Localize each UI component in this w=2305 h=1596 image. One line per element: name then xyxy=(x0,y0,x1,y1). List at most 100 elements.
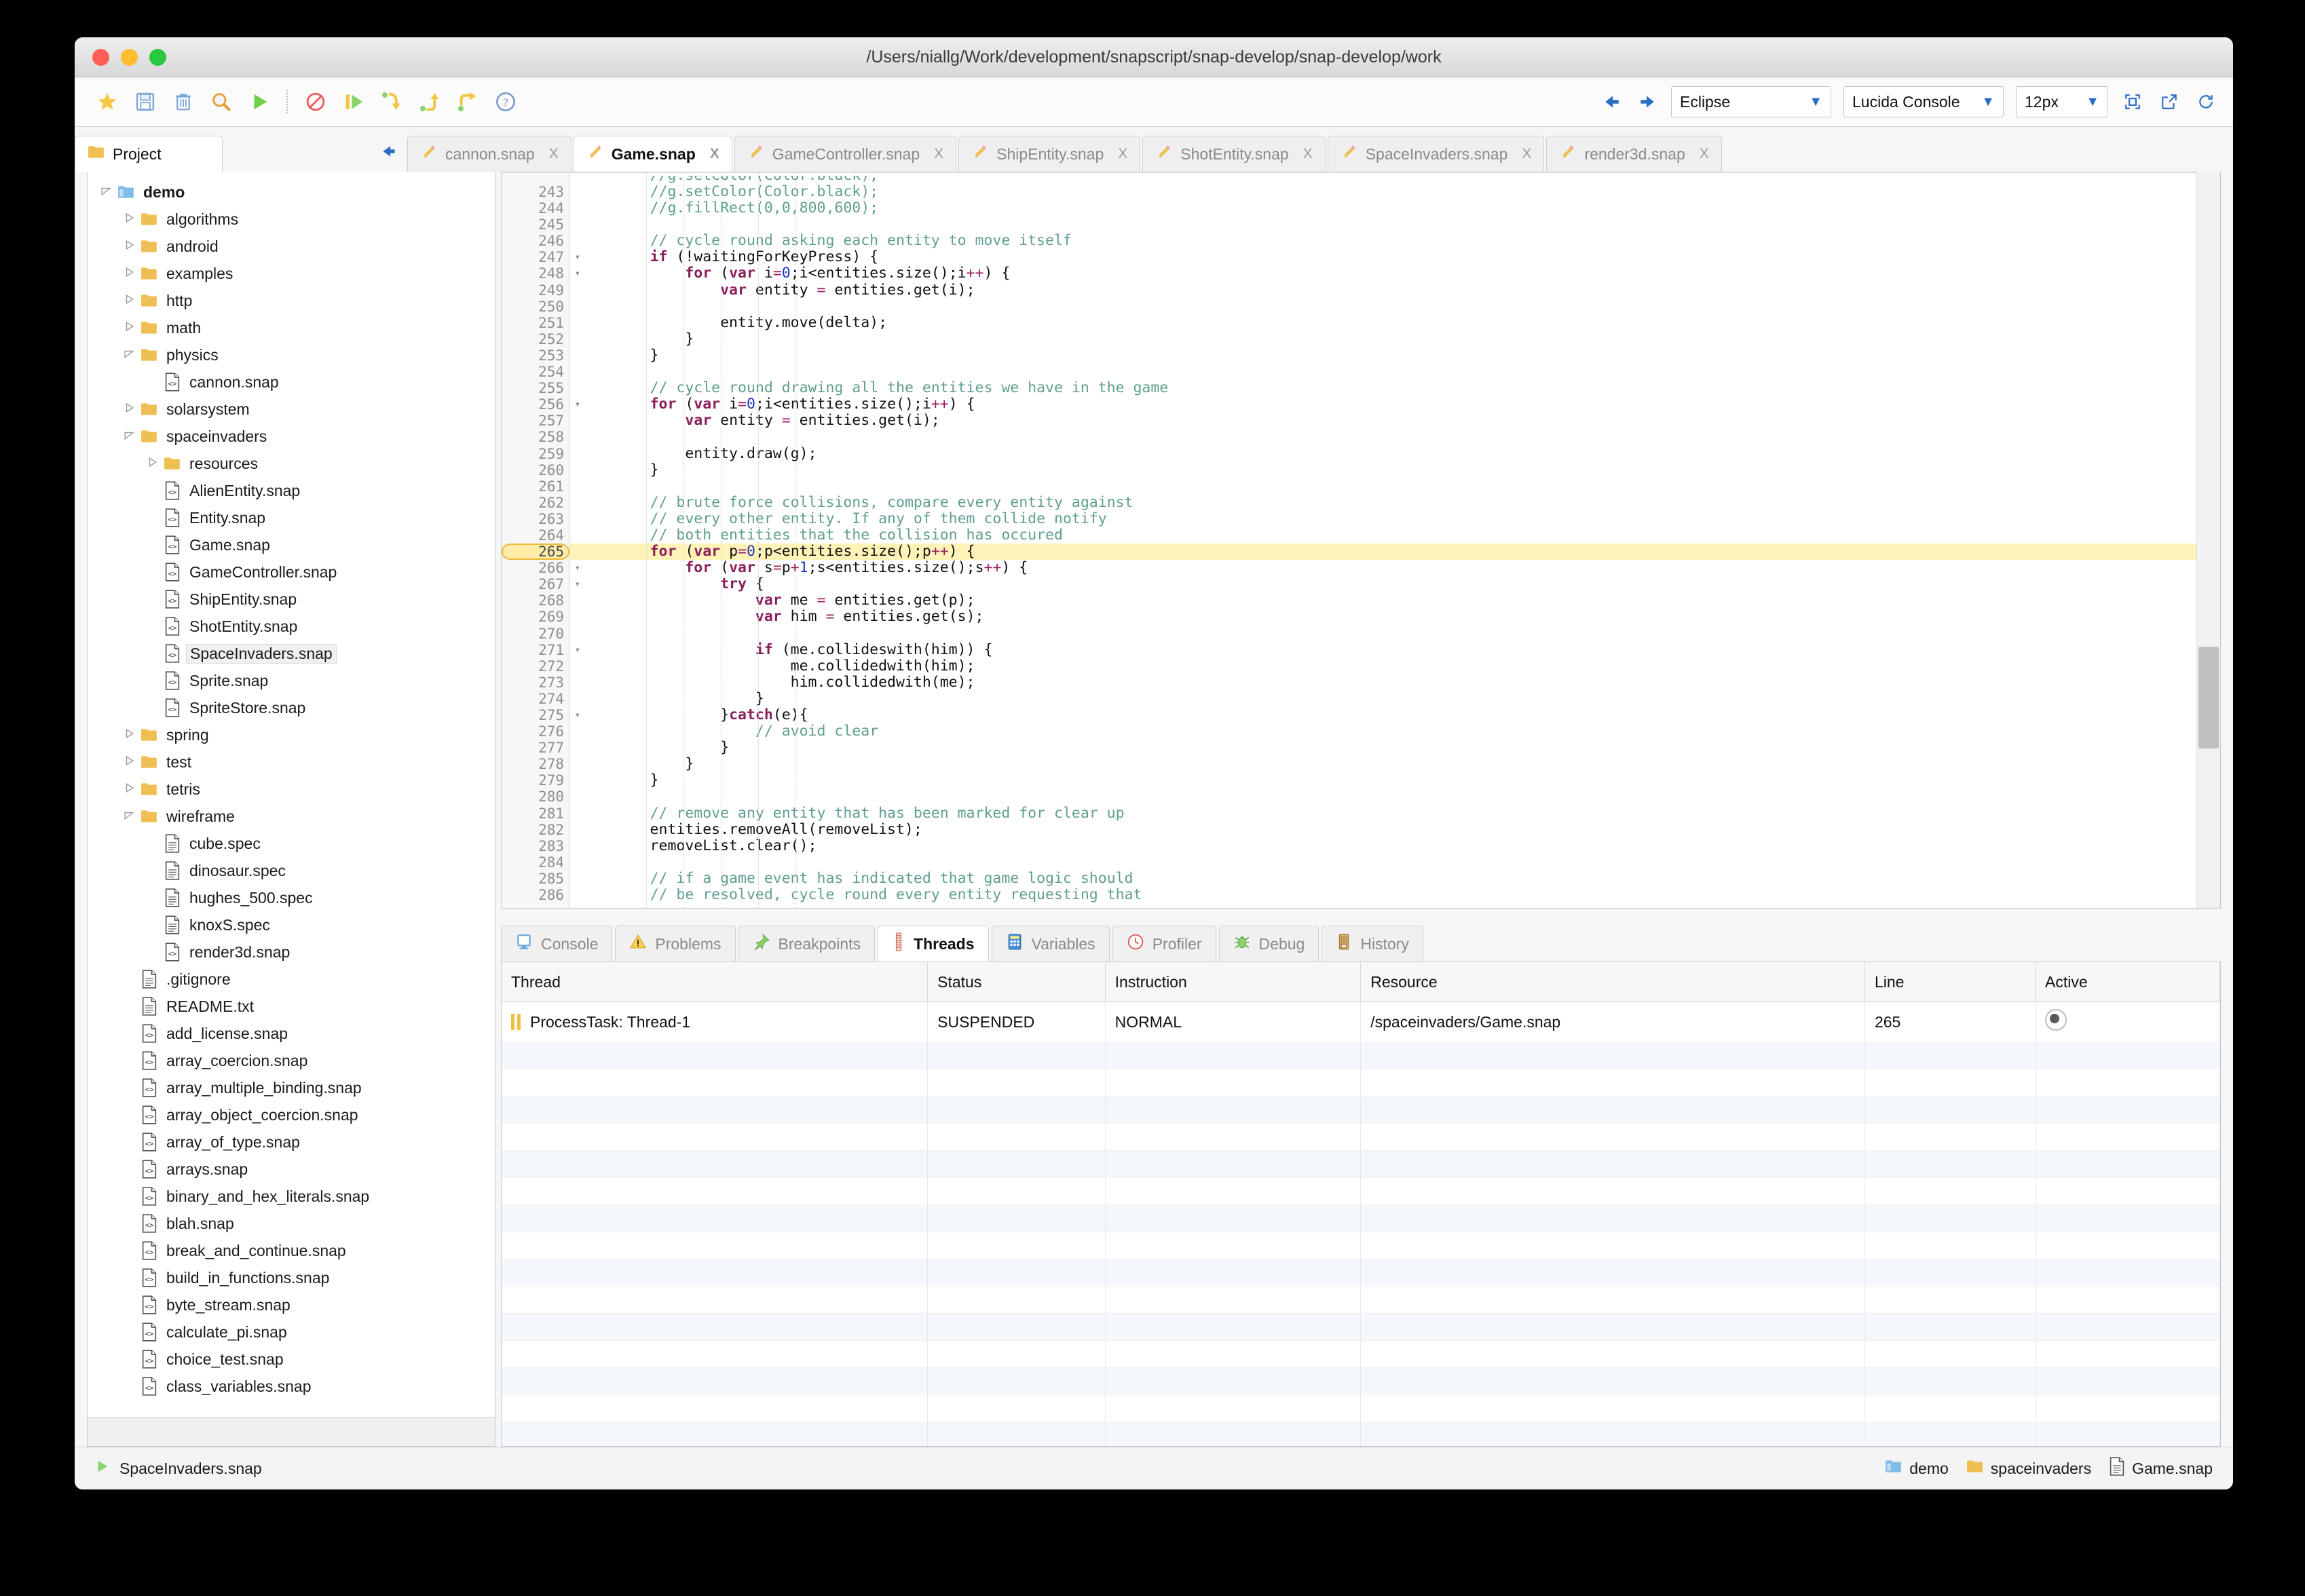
line-number-245[interactable]: 245 xyxy=(502,216,569,233)
line-number-269[interactable]: 269 xyxy=(502,609,569,625)
line-number-258[interactable]: 258 xyxy=(502,429,569,445)
tree-item-shipentity-snap[interactable]: <> ShipEntity.snap xyxy=(88,586,495,613)
code-surface[interactable]: //g.setColor(Color.black); //g.setColor(… xyxy=(570,172,2220,908)
tree-item-wireframe[interactable]: wireframe xyxy=(88,803,495,830)
column-header-active[interactable]: Active xyxy=(2035,962,2220,1002)
tab-history[interactable]: History xyxy=(1322,926,1423,962)
run-play-icon[interactable] xyxy=(242,84,277,119)
line-number-266[interactable]: 266 ▾ xyxy=(502,560,580,576)
line-number-279[interactable]: 279 xyxy=(502,772,569,788)
editor-vertical-scrollbar[interactable] xyxy=(2196,172,2220,908)
tree-item-binary-and-hex-literals-snap[interactable]: <> binary_and_hex_literals.snap xyxy=(88,1183,495,1210)
tree-item-arrays-snap[interactable]: <> arrays.snap xyxy=(88,1156,495,1183)
search-icon[interactable] xyxy=(204,84,239,119)
tree-item-choice-test-snap[interactable]: <> choice_test.snap xyxy=(88,1346,495,1373)
tree-twisty-icon[interactable] xyxy=(120,349,138,361)
tree-item-cannon-snap[interactable]: <> cannon.snap xyxy=(88,368,495,396)
tree-item-resources[interactable]: resources xyxy=(88,450,495,477)
step-in-icon[interactable] xyxy=(412,84,447,119)
tab-close-icon[interactable]: X xyxy=(549,146,559,162)
line-number-281[interactable]: 281 xyxy=(502,805,569,822)
column-header-instruction[interactable]: Instruction xyxy=(1105,962,1362,1002)
line-number-285[interactable]: 285 xyxy=(502,871,569,887)
line-number-261[interactable]: 261 xyxy=(502,478,569,495)
tree-item-shotentity-snap[interactable]: <> ShotEntity.snap xyxy=(88,613,495,640)
line-number-286[interactable]: 286 xyxy=(502,887,569,903)
tree-item-blah-snap[interactable]: <> blah.snap xyxy=(88,1210,495,1237)
line-number-273[interactable]: 273 xyxy=(502,674,569,691)
tree-twisty-icon[interactable] xyxy=(120,810,138,822)
collapse-panel-arrow-icon[interactable] xyxy=(380,142,398,164)
tree-twisty-icon[interactable] xyxy=(120,430,138,442)
column-header-resource[interactable]: Resource xyxy=(1360,962,1865,1002)
tree-item-array-of-type-snap[interactable]: <> array_of_type.snap xyxy=(88,1128,495,1156)
line-number-247[interactable]: 247 ▾ xyxy=(502,249,580,265)
tree-twisty-icon[interactable] xyxy=(120,402,138,415)
tab-debug[interactable]: Debug xyxy=(1218,926,1319,962)
theme-select[interactable]: Eclipse ▼ xyxy=(1671,86,1831,117)
tree-item-game-snap[interactable]: <> Game.snap xyxy=(88,531,495,558)
stop-icon[interactable] xyxy=(298,84,333,119)
back-arrow-icon[interactable] xyxy=(1600,90,1624,113)
tree-twisty-icon[interactable] xyxy=(97,186,115,198)
tree-item-knoxs-spec[interactable]: knoxS.spec xyxy=(88,911,495,938)
tab-close-icon[interactable]: X xyxy=(1700,146,1709,162)
line-number-257[interactable]: 257 xyxy=(502,413,569,429)
tree-item-hughes-500-spec[interactable]: hughes_500.spec xyxy=(88,884,495,911)
bookmark-star-icon[interactable] xyxy=(90,84,125,119)
tree-twisty-icon[interactable] xyxy=(120,755,138,768)
tree-item-math[interactable]: math xyxy=(88,314,495,341)
step-over-icon[interactable] xyxy=(374,84,409,119)
line-number-283[interactable]: 283 xyxy=(502,838,569,854)
tree-item-cube-spec[interactable]: cube.spec xyxy=(88,830,495,857)
tab-profiler[interactable]: Profiler xyxy=(1112,926,1216,962)
tab-close-icon[interactable]: X xyxy=(1118,146,1127,162)
tree-twisty-icon[interactable] xyxy=(120,267,138,280)
tree-twisty-icon[interactable] xyxy=(120,782,138,795)
tree-twisty-icon[interactable] xyxy=(120,728,138,741)
breadcrumb-item-spaceinvaders[interactable]: spaceinvaders xyxy=(1966,1459,2091,1478)
tree-item-spaceinvaders-snap[interactable]: <> SpaceInvaders.snap xyxy=(88,640,495,667)
line-number-274[interactable]: 274 xyxy=(502,691,569,707)
tab-close-icon[interactable]: X xyxy=(1522,146,1531,162)
resume-icon[interactable] xyxy=(336,84,371,119)
tree-item-test[interactable]: test xyxy=(88,748,495,776)
tree-item-build-in-functions-snap[interactable]: <> build_in_functions.snap xyxy=(88,1264,495,1291)
open-external-icon[interactable] xyxy=(2157,90,2181,114)
tab-shotentity-snap[interactable]: ShotEntity.snap X xyxy=(1142,136,1326,172)
tree-item-demo[interactable]: demo xyxy=(88,178,495,206)
tree-item-solarsystem[interactable]: solarsystem xyxy=(88,396,495,423)
forward-arrow-icon[interactable] xyxy=(1636,90,1659,113)
line-number-gutter[interactable]: 243 244 245 246 247 ▾ 248 ▾ 249 250 251 252 253 254 25… xyxy=(502,172,580,908)
line-number-270[interactable]: 270 xyxy=(502,626,569,642)
line-number-259[interactable]: 259 xyxy=(502,446,569,462)
tree-item-sprite-snap[interactable]: <> Sprite.snap xyxy=(88,667,495,694)
code-editor[interactable]: 243 244 245 246 247 ▾ 248 ▾ 249 250 251 252 253 254 25… xyxy=(501,172,2221,909)
line-number-246[interactable]: 246 xyxy=(502,233,569,249)
tree-twisty-icon[interactable] xyxy=(143,457,161,470)
tab-problems[interactable]: Problems xyxy=(615,926,736,962)
line-number-244[interactable]: 244 xyxy=(502,200,569,216)
tab-threads[interactable]: Threads xyxy=(878,926,989,962)
tree-twisty-icon[interactable] xyxy=(120,212,138,225)
tree-item-algorithms[interactable]: algorithms xyxy=(88,206,495,233)
tab-breakpoints[interactable]: Breakpoints xyxy=(738,926,876,962)
tree-item-calculate-pi-snap[interactable]: <> calculate_pi.snap xyxy=(88,1318,495,1346)
line-number-243[interactable]: 243 xyxy=(502,184,569,200)
line-number-262[interactable]: 262 xyxy=(502,495,569,511)
save-icon[interactable] xyxy=(128,84,163,119)
delete-trash-icon[interactable] xyxy=(166,84,201,119)
tree-item-examples[interactable]: examples xyxy=(88,260,495,287)
tab-console[interactable]: Console xyxy=(501,926,613,962)
line-number-253[interactable]: 253 xyxy=(502,347,569,364)
tab-game-snap[interactable]: Game.snap X xyxy=(573,136,732,172)
line-number-272[interactable]: 272 xyxy=(502,658,569,674)
breadcrumb-item-game-snap[interactable]: Game.snap xyxy=(2109,1457,2213,1480)
line-number-260[interactable]: 260 xyxy=(502,462,569,478)
line-number-249[interactable]: 249 xyxy=(502,282,569,299)
line-number-284[interactable]: 284 xyxy=(502,854,569,871)
tab-spaceinvaders-snap[interactable]: SpaceInvaders.snap X xyxy=(1327,136,1545,172)
tree-item-tetris[interactable]: tetris xyxy=(88,776,495,803)
tab-project[interactable]: Project xyxy=(75,136,223,172)
line-number-268[interactable]: 268 xyxy=(502,592,569,609)
